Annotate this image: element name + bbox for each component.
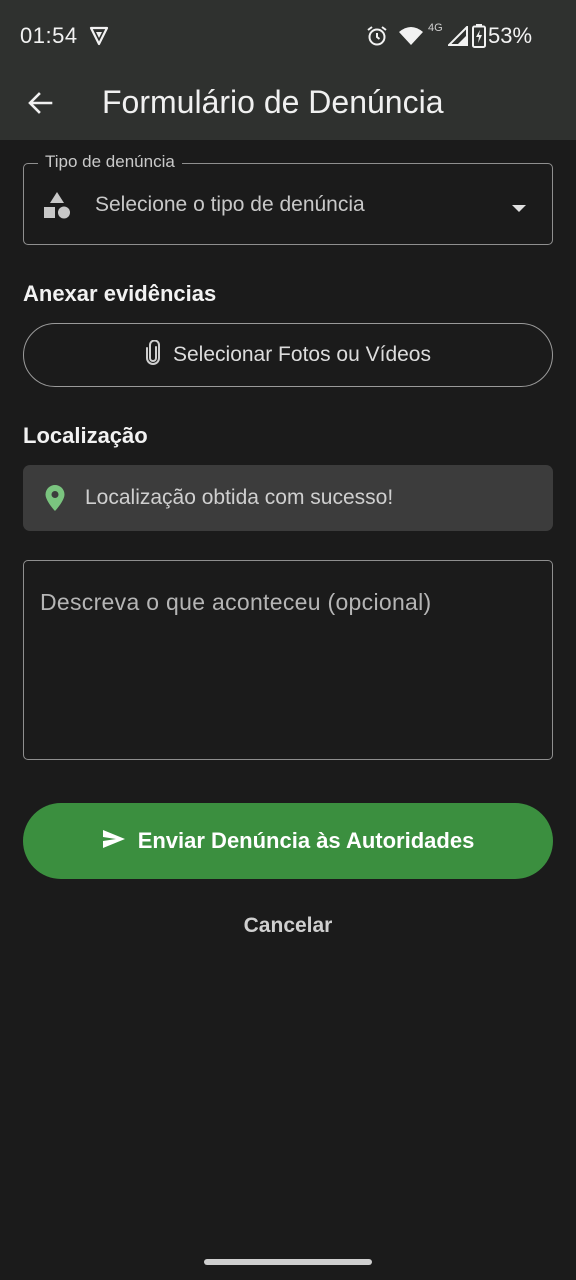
vpn-shield-icon: [89, 26, 109, 51]
report-type-placeholder: Selecione o tipo de denúncia: [95, 193, 365, 216]
report-type-dropdown[interactable]: Tipo de denúncia Selecione o tipo de den…: [23, 152, 553, 245]
paperclip-icon: [145, 339, 161, 371]
location-pin-icon: [44, 484, 66, 517]
battery-charging-icon: [472, 24, 486, 53]
dropdown-arrow-icon: [512, 200, 526, 218]
description-field[interactable]: Descreva o que aconteceu (opcional): [23, 560, 553, 760]
location-section-title: Localização: [23, 423, 148, 448]
wifi-icon: [398, 25, 424, 52]
home-indicator[interactable]: [204, 1259, 372, 1265]
category-icon: [42, 191, 72, 226]
cancel-label: Cancelar: [243, 914, 333, 937]
send-icon: [102, 829, 126, 854]
evidence-section-title: Anexar evidências: [23, 281, 217, 306]
submit-report-label: Enviar Denúncia às Autoridades: [137, 828, 475, 853]
select-media-label: Selecionar Fotos ou Vídeos: [173, 343, 431, 366]
status-bar: 01:54 4G 53%: [0, 0, 576, 70]
cell-signal-icon: [446, 24, 468, 51]
location-status: Localização obtida com sucesso!: [23, 465, 553, 531]
report-type-label: Tipo de denúncia: [38, 152, 182, 172]
back-button[interactable]: [16, 81, 64, 129]
description-placeholder: Descreva o que aconteceu (opcional): [40, 589, 432, 615]
app-bar: Formulário de Denúncia: [0, 70, 576, 140]
status-icons: 4G 53%: [366, 22, 556, 50]
submit-report-button[interactable]: Enviar Denúncia às Autoridades: [23, 803, 553, 879]
alarm-icon: [366, 25, 388, 52]
arrow-back-icon: [27, 90, 53, 121]
location-status-text: Localização obtida com sucesso!: [85, 486, 394, 509]
select-media-button[interactable]: Selecionar Fotos ou Vídeos: [23, 323, 553, 387]
cancel-button[interactable]: Cancelar: [218, 904, 358, 948]
page-title: Formulário de Denúncia: [102, 84, 444, 120]
battery-percent: 53%: [488, 23, 533, 48]
network-type: 4G: [428, 22, 443, 34]
status-time: 01:54: [20, 23, 78, 48]
